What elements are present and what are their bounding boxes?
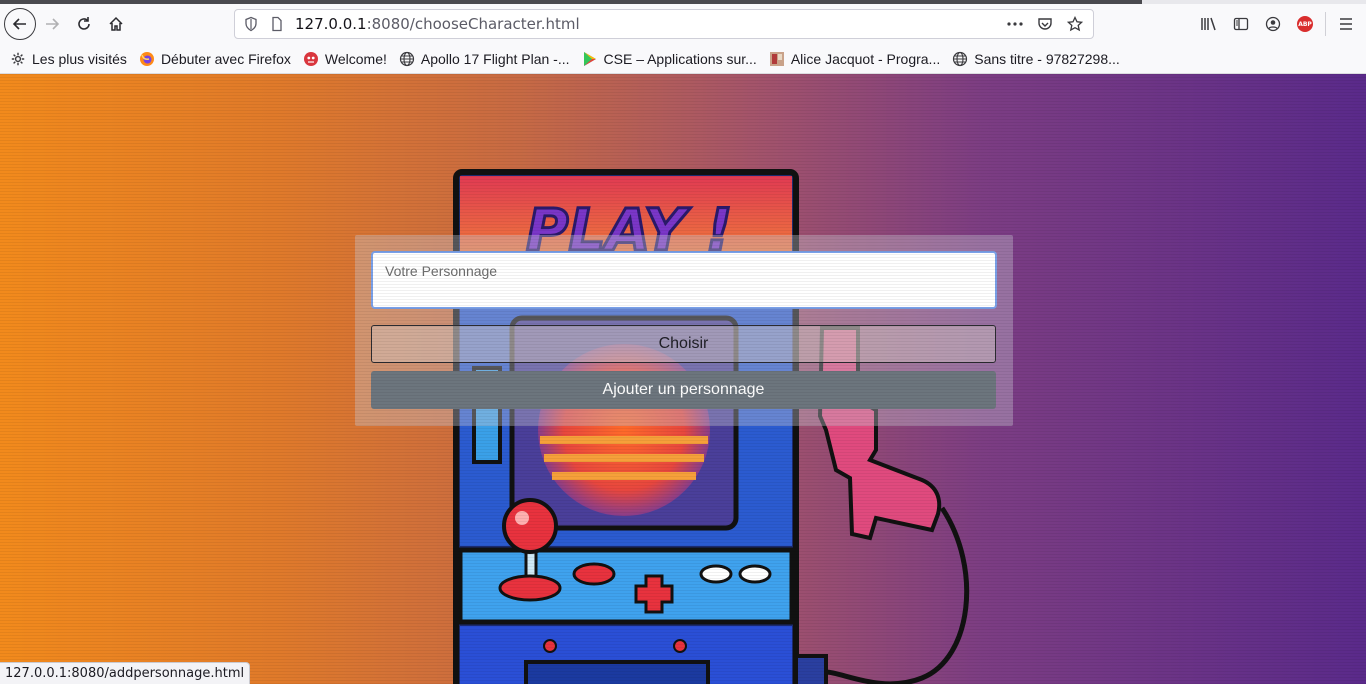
bookmark-label: CSE – Applications sur...: [603, 50, 757, 67]
play-store-icon: [582, 51, 598, 67]
back-button[interactable]: [4, 8, 36, 40]
adblock-icon: ABP: [1297, 16, 1313, 32]
bookmark-welcome[interactable]: Welcome!: [303, 51, 387, 67]
menu-button[interactable]: [1330, 8, 1362, 40]
sidebar-button[interactable]: [1225, 8, 1257, 40]
account-icon: [1265, 16, 1281, 32]
page-icon[interactable]: [269, 16, 285, 32]
url-host: 127.0.0.1: [295, 15, 367, 33]
globe-icon: [399, 51, 415, 67]
image-thumb-icon: [769, 51, 785, 67]
home-button[interactable]: [100, 8, 132, 40]
page-content: PLAY ! Choisir Ajouter un personnage: [0, 74, 1366, 684]
more-dots-icon: [1007, 22, 1023, 26]
adblock-button[interactable]: ABP: [1289, 8, 1321, 40]
firefox-icon: [139, 51, 155, 67]
navigation-toolbar: 127.0.0.1:8080/chooseCharacter.html ABP: [0, 4, 1366, 44]
bookmark-label: Welcome!: [324, 50, 387, 67]
url-text[interactable]: 127.0.0.1:8080/chooseCharacter.html: [295, 15, 580, 33]
home-icon: [109, 16, 123, 31]
bookmark-cse[interactable]: CSE – Applications sur...: [582, 51, 757, 67]
gear-icon: [10, 51, 26, 67]
bookmarks-toolbar: Les plus visités Débuter avec Firefox We…: [0, 44, 1366, 74]
bookmark-firefox[interactable]: Débuter avec Firefox: [139, 51, 291, 67]
url-path: :8080/chooseCharacter.html: [366, 15, 580, 33]
bookmark-most-visited[interactable]: Les plus visités: [10, 51, 127, 67]
page-actions-button[interactable]: [1003, 12, 1027, 36]
character-form-panel: Choisir Ajouter un personnage: [355, 235, 1013, 426]
sidebar-icon: [1233, 17, 1249, 31]
bookmark-sans-titre[interactable]: Sans titre - 97827298...: [952, 51, 1120, 67]
globe-icon: [952, 51, 968, 67]
add-character-button[interactable]: Ajouter un personnage: [371, 371, 996, 409]
bookmark-label: Les plus visités: [32, 50, 127, 67]
bookmark-label: Débuter avec Firefox: [160, 50, 291, 67]
bookmark-label: Alice Jacquot - Progra...: [790, 50, 941, 67]
bookmark-label: Sans titre - 97827298...: [974, 50, 1120, 67]
choose-button[interactable]: Choisir: [371, 325, 996, 363]
red-avatar-icon: [303, 51, 319, 67]
reload-button[interactable]: [68, 8, 100, 40]
back-arrow-icon: [12, 18, 26, 30]
address-bar[interactable]: 127.0.0.1:8080/chooseCharacter.html: [234, 9, 1094, 39]
pocket-icon: [1038, 18, 1052, 30]
bookmark-label: Apollo 17 Flight Plan -...: [420, 50, 570, 67]
tracking-shield-icon[interactable]: [243, 16, 259, 32]
character-input[interactable]: [371, 251, 997, 309]
bookmark-apollo[interactable]: Apollo 17 Flight Plan -...: [399, 51, 570, 67]
library-icon: [1201, 17, 1216, 31]
pocket-button[interactable]: [1033, 12, 1057, 36]
toolbar-divider: [1325, 12, 1326, 36]
reload-icon: [78, 17, 90, 30]
account-button[interactable]: [1257, 8, 1289, 40]
star-icon: [1067, 16, 1083, 32]
library-button[interactable]: [1193, 8, 1225, 40]
forward-arrow-icon: [46, 18, 60, 30]
forward-button[interactable]: [36, 8, 68, 40]
hamburger-menu-icon: [1340, 18, 1352, 30]
bookmark-star-button[interactable]: [1063, 12, 1087, 36]
link-status-bar: 127.0.0.1:8080/addpersonnage.html: [0, 662, 251, 684]
bookmark-alice[interactable]: Alice Jacquot - Progra...: [769, 51, 940, 67]
